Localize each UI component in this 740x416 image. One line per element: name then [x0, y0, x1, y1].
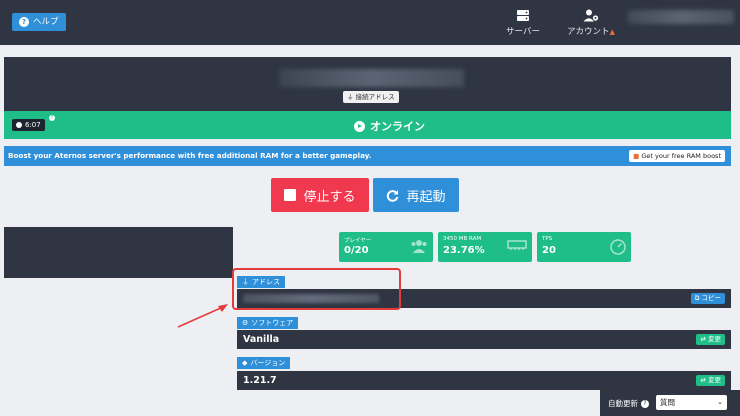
server-icon	[517, 10, 529, 21]
players-stat: プレイヤー 0/20	[339, 232, 433, 262]
help-button[interactable]: ? ヘルプ	[12, 13, 66, 31]
auto-refresh-panel: 自動更新 ? 質問 ⌄	[600, 390, 740, 416]
gauge-icon	[610, 239, 626, 255]
memory-icon	[507, 240, 527, 250]
stop-icon	[284, 189, 297, 201]
annotation-arrow	[177, 304, 228, 328]
nav-account[interactable]: アカウント▲	[563, 9, 619, 37]
connect-address-label: 接続アドレス	[355, 93, 395, 101]
server-status: オンライン	[354, 118, 425, 134]
nav-account-label: アカウント	[567, 27, 610, 37]
tps-value: 20	[542, 245, 556, 256]
server-name-redacted	[279, 69, 464, 87]
plug-icon: ⏚	[347, 93, 356, 101]
auto-refresh-label: 自動更新	[608, 399, 638, 408]
top-navigation-bar: ? ヘルプ サーバー アカウント▲	[0, 0, 740, 45]
tps-label: TPS	[542, 236, 553, 242]
auto-refresh-selected: 質問	[660, 398, 675, 407]
nav-server-label: サーバー	[506, 27, 540, 37]
players-label: プレイヤー	[344, 238, 372, 244]
refresh-icon	[387, 189, 399, 202]
status-label: オンライン	[370, 120, 425, 133]
play-circle-icon	[354, 120, 365, 132]
annotation-highlight-box	[232, 268, 401, 310]
change-software-button[interactable]: ⇄ 変更	[696, 334, 725, 345]
ram-label: 3450 MB RAM	[443, 236, 482, 242]
clock-icon	[16, 122, 22, 128]
timer-info-icon[interactable]: ?	[49, 115, 55, 121]
copy-label: コピー	[701, 294, 722, 302]
players-value: 0/20	[344, 245, 369, 256]
chevron-down-icon: ⌄	[717, 398, 723, 406]
shuffle-icon: ⇄	[700, 335, 708, 343]
connect-address-badge[interactable]: ⏚ 接続アドレス	[343, 91, 399, 103]
version-value: 1.21.7	[243, 375, 277, 386]
version-tag-label: バージョン	[250, 359, 286, 367]
stop-button[interactable]: 停止する	[271, 178, 369, 212]
copy-address-button[interactable]: ⧉ コピー	[690, 293, 725, 304]
restart-button[interactable]: 再起動	[373, 178, 459, 212]
server-status-bar: 6:07 ? オンライン	[4, 111, 731, 139]
console-panel	[4, 227, 233, 278]
software-tag: ⚙ ソフトウェア	[237, 317, 299, 329]
promo-text: Boost your Aternos server's performance …	[8, 151, 372, 160]
account-caret-icon: ▲	[609, 28, 615, 36]
auto-refresh-select[interactable]: 質問 ⌄	[656, 395, 727, 410]
gears-icon: ⚙	[242, 319, 249, 327]
shuffle-icon: ⇄	[700, 376, 708, 384]
version-row: 1.21.7 ⇄ 変更	[237, 371, 731, 390]
username-redacted[interactable]	[628, 10, 734, 24]
server-header: ⏚ 接続アドレス	[4, 57, 731, 111]
ram-stat: 3450 MB RAM 23.76%	[438, 232, 532, 262]
tps-stat: TPS 20	[537, 232, 631, 262]
change-version-button[interactable]: ⇄ 変更	[696, 375, 725, 386]
change-version-label: 変更	[708, 376, 721, 384]
change-software-label: 変更	[708, 335, 721, 343]
software-value: Vanilla	[243, 334, 280, 345]
free-ram-boost-button[interactable]: Get your free RAM boost	[629, 150, 725, 162]
question-circle-icon[interactable]: ?	[641, 399, 649, 408]
ram-value: 23.76%	[443, 245, 485, 256]
countdown-timer: 6:07	[12, 119, 45, 131]
help-label: ヘルプ	[33, 17, 59, 27]
tag-icon: ◆	[242, 359, 248, 367]
users-icon	[411, 240, 427, 253]
copy-icon: ⧉	[694, 294, 702, 302]
auto-refresh-label-group: 自動更新 ?	[608, 398, 649, 409]
software-tag-label: ソフトウェア	[251, 319, 294, 327]
question-circle-icon: ?	[19, 17, 29, 27]
stop-label: 停止する	[303, 189, 356, 205]
restart-label: 再起動	[406, 189, 446, 205]
nav-server[interactable]: サーバー	[504, 9, 542, 37]
timer-value: 6:07	[25, 121, 41, 129]
user-gear-icon	[583, 9, 599, 22]
software-row: Vanilla ⇄ 変更	[237, 330, 731, 349]
version-tag: ◆ バージョン	[237, 357, 291, 369]
ram-boost-banner: Boost your Aternos server's performance …	[4, 146, 731, 166]
